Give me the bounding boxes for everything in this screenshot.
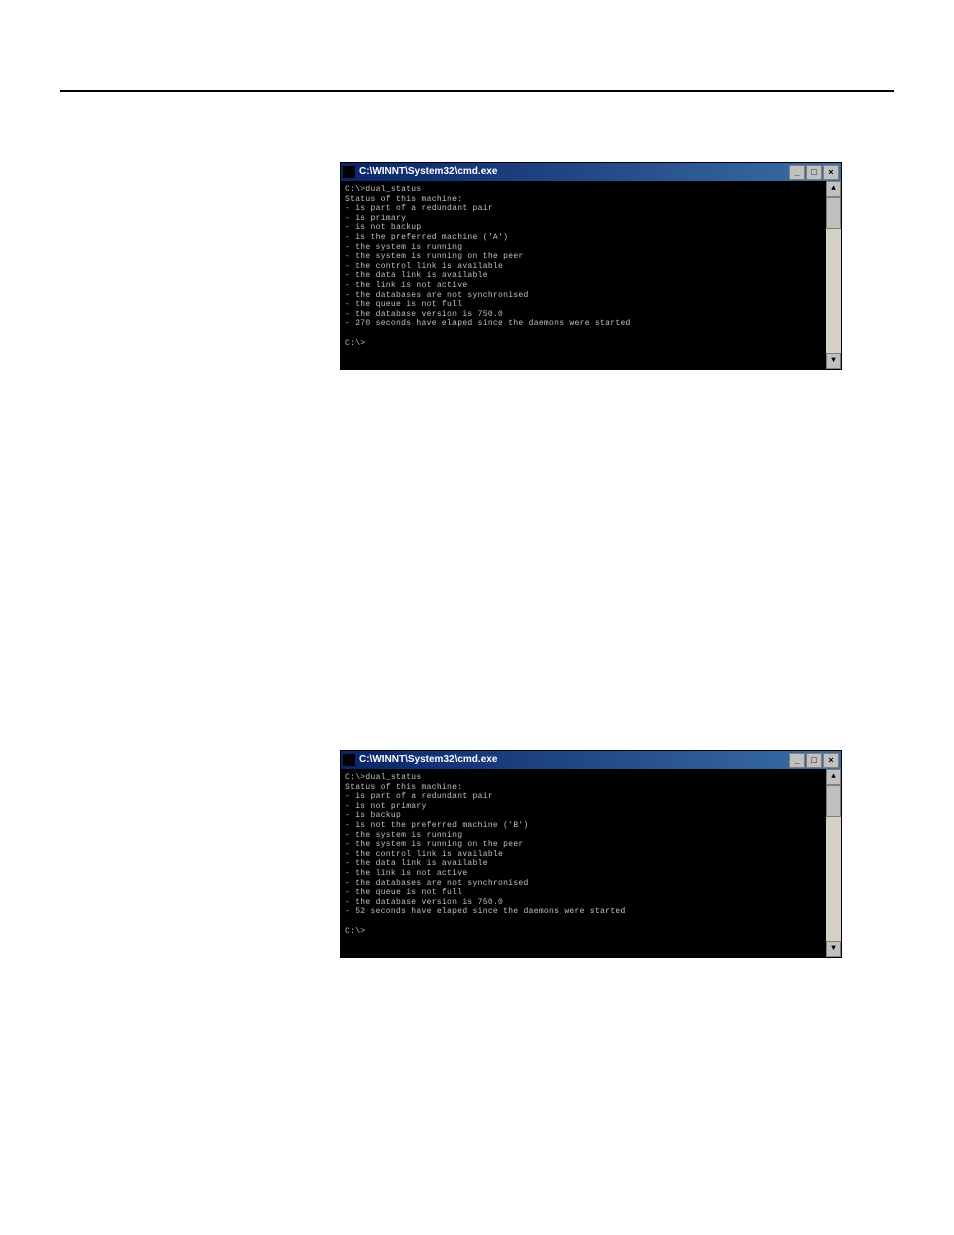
terminal-output[interactable]: C:\>dual_status Status of this machine: … [341, 769, 826, 957]
status-line: - the link is not active [345, 281, 467, 290]
window-buttons: _ □ × [789, 165, 839, 180]
maximize-button[interactable]: □ [806, 753, 822, 768]
status-line: - the data link is available [345, 859, 488, 868]
vertical-gap [60, 370, 894, 750]
status-line: - the database version is 750.0 [345, 310, 503, 319]
cmd-icon [343, 754, 355, 766]
status-line: - is part of a redundant pair [345, 204, 493, 213]
status-line: - the queue is not full [345, 888, 462, 897]
titlebar: C:\WINNT\System32\cmd.exe _ □ × [341, 751, 841, 769]
titlebar-left: C:\WINNT\System32\cmd.exe [343, 754, 497, 766]
status-line: - the system is running [345, 243, 462, 252]
status-line: - is primary [345, 214, 406, 223]
status-line: - the control link is available [345, 850, 503, 859]
status-line: - is the preferred machine ('A') [345, 233, 508, 242]
status-line: - is not primary [345, 802, 427, 811]
status-line: - the system is running [345, 831, 462, 840]
titlebar-left: C:\WINNT\System32\cmd.exe [343, 166, 497, 178]
status-line: - the database version is 750.0 [345, 898, 503, 907]
scrollbar[interactable]: ▲ ▼ [826, 769, 841, 957]
horizontal-rule [60, 90, 894, 92]
prompt-line: C:\> [345, 927, 365, 936]
cmd-window-a: C:\WINNT\System32\cmd.exe _ □ × C:\>dual… [340, 162, 842, 370]
scroll-thumb[interactable] [826, 785, 841, 817]
close-button[interactable]: × [823, 753, 839, 768]
scroll-down-icon[interactable]: ▼ [826, 353, 841, 369]
status-line: - is part of a redundant pair [345, 792, 493, 801]
minimize-button[interactable]: _ [789, 753, 805, 768]
status-line: - the link is not active [345, 869, 467, 878]
status-line: - the control link is available [345, 262, 503, 271]
document-page: C:\WINNT\System32\cmd.exe _ □ × C:\>dual… [0, 0, 954, 998]
scrollbar[interactable]: ▲ ▼ [826, 181, 841, 369]
titlebar: C:\WINNT\System32\cmd.exe _ □ × [341, 163, 841, 181]
status-line: - the databases are not synchronised [345, 879, 529, 888]
content-wrap: C:\>dual_status Status of this machine: … [341, 769, 841, 957]
status-line: - the data link is available [345, 271, 488, 280]
status-header: Status of this machine: [345, 195, 462, 204]
scroll-down-icon[interactable]: ▼ [826, 941, 841, 957]
status-line: - the databases are not synchronised [345, 291, 529, 300]
window-title: C:\WINNT\System32\cmd.exe [359, 166, 497, 178]
prompt-line: C:\> [345, 339, 365, 348]
cmd-icon [343, 166, 355, 178]
status-line: - the system is running on the peer [345, 252, 524, 261]
prompt-line: C:\>dual_status [345, 185, 422, 194]
scroll-track[interactable] [826, 785, 841, 941]
maximize-button[interactable]: □ [806, 165, 822, 180]
content-wrap: C:\>dual_status Status of this machine: … [341, 181, 841, 369]
window-buttons: _ □ × [789, 753, 839, 768]
scroll-track[interactable] [826, 197, 841, 353]
status-header: Status of this machine: [345, 783, 462, 792]
status-line: - is backup [345, 811, 401, 820]
status-line: - the system is running on the peer [345, 840, 524, 849]
scroll-up-icon[interactable]: ▲ [826, 769, 841, 785]
terminal-output[interactable]: C:\>dual_status Status of this machine: … [341, 181, 826, 369]
window-title: C:\WINNT\System32\cmd.exe [359, 754, 497, 766]
close-button[interactable]: × [823, 165, 839, 180]
status-line: - is not backup [345, 223, 422, 232]
status-line: - 52 seconds have elaped since the daemo… [345, 907, 626, 916]
scroll-thumb[interactable] [826, 197, 841, 229]
prompt-line: C:\>dual_status [345, 773, 422, 782]
status-line: - is not the preferred machine ('B') [345, 821, 529, 830]
status-line: - the queue is not full [345, 300, 462, 309]
cmd-window-b: C:\WINNT\System32\cmd.exe _ □ × C:\>dual… [340, 750, 842, 958]
scroll-up-icon[interactable]: ▲ [826, 181, 841, 197]
minimize-button[interactable]: _ [789, 165, 805, 180]
status-line: - 270 seconds have elaped since the daem… [345, 319, 631, 328]
